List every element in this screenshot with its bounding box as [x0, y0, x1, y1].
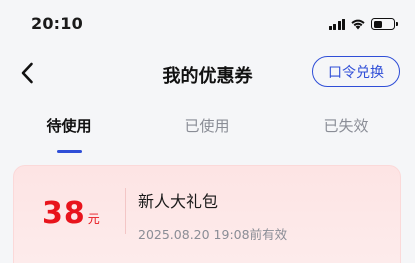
tab-used[interactable]: 已使用 [184, 115, 229, 136]
coupon-divider [125, 188, 126, 234]
signal-icon [328, 18, 345, 30]
active-tab-indicator [57, 150, 82, 153]
nav-bar: 我的优惠券 口令兑换 [0, 48, 415, 100]
tab-unused[interactable]: 待使用 [46, 115, 91, 136]
coupon-name: 新人大礼包 [138, 192, 219, 211]
coupon-card[interactable]: 38 元 新人大礼包 2025.08.20 19:08前有效 [13, 165, 401, 263]
status-icons [328, 17, 398, 31]
redeem-code-button[interactable]: 口令兑换 [312, 56, 400, 87]
tab-expired[interactable]: 已失效 [323, 115, 368, 136]
coupon-expiry: 2025.08.20 19:08前有效 [138, 227, 288, 242]
status-time: 20:10 [31, 14, 83, 33]
coupon-amount: 38 元 [42, 196, 100, 231]
coupon-amount-value: 38 [42, 196, 86, 231]
wifi-icon [351, 19, 365, 30]
battery-icon [371, 18, 398, 30]
status-bar: 20:10 [0, 0, 415, 48]
battery-level [373, 20, 382, 28]
coupon-amount-unit: 元 [87, 212, 100, 226]
tab-bar: 待使用 已使用 已失效 [0, 100, 415, 160]
